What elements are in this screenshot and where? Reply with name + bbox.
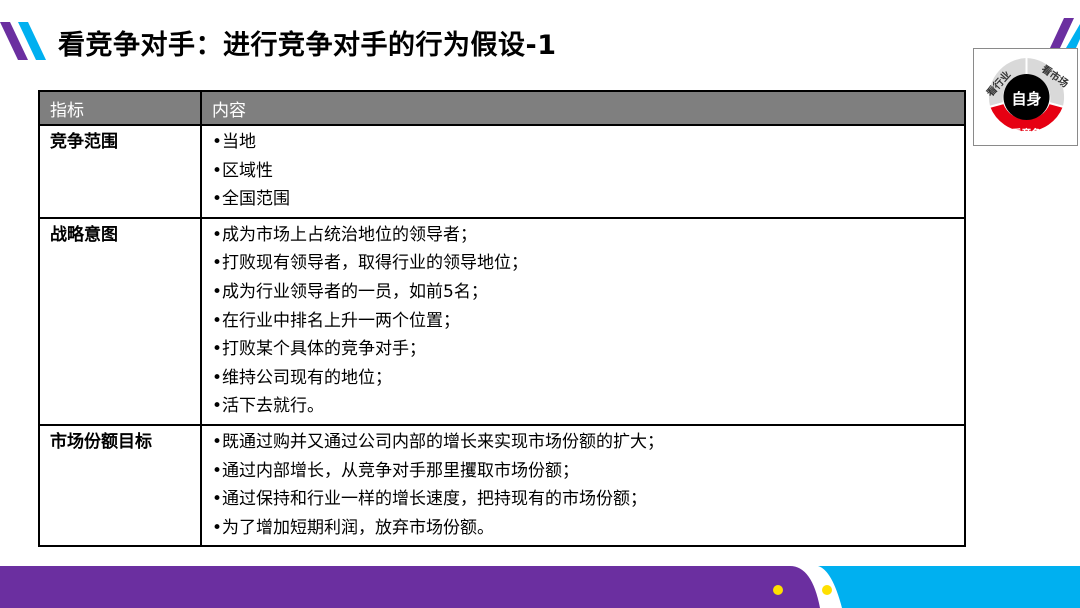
list-item: •全国范围 [212,189,291,210]
badge-segment-competition: 看竞争 [1012,127,1042,140]
metric-cell: 战略意图 [38,216,202,426]
focus-ring-badge: 自身 看行业 看市场 看竞争 [973,48,1078,146]
behavior-hypothesis-table: 指标 内容 竞争范围 •当地 •区域性 •全国范围 战略意图 •成为市场上占统治… [38,90,966,548]
content-cell: •成为市场上占统治地位的领导者； •打败现有领导者，取得行业的领导地位； •成为… [200,216,966,426]
list-item: •为了增加短期利润，放弃市场份额。 [212,517,495,538]
page-title: 看竞争对手：进行竞争对手的行为假设-1 [58,30,557,61]
list-item: •当地 [212,132,257,152]
list-item: •在行业中排名上升一两个位置； [212,310,461,331]
table-row: 战略意图 •成为市场上占统治地位的领导者； •打败现有领导者，取得行业的领导地位… [38,216,966,426]
list-item: •通过内部增长，从竞争对手那里攫取市场份额； [212,460,580,481]
list-item: •打败现有领导者，取得行业的领导地位； [212,253,529,274]
table-row: 竞争范围 •当地 •区域性 •全国范围 [38,124,966,219]
list-item: •维持公司现有的地位； [212,367,393,388]
footer-dot-1 [773,585,783,595]
list-item: •区域性 [212,160,274,181]
metric-cell: 竞争范围 [38,124,202,219]
table-row: 市场份额目标 •既通过购并又通过公司内部的增长来实现市场份额的扩大； •通过内部… [38,423,966,548]
metric-cell: 市场份额目标 [38,423,202,548]
corner-stripes-decoration-right [1050,18,1080,48]
header-metric: 指标 [38,90,202,126]
list-item: •成为行业领导者的一员，如前5名； [212,281,488,302]
list-item: •成为市场上占统治地位的领导者； [212,224,478,245]
list-item: •通过保持和行业一样的增长速度，把持现有的市场份额； [212,489,648,510]
content-cell: •当地 •区域性 •全国范围 [200,124,966,219]
footer-dot-2 [822,585,832,595]
list-item: •既通过购并又通过公司内部的增长来实现市场份额的扩大； [212,431,665,452]
footer-bar-decoration [0,566,1080,608]
list-item: •活下去就行。 [212,396,325,417]
badge-center-label: 自身 [1011,90,1041,108]
content-cell: •既通过购并又通过公司内部的增长来实现市场份额的扩大； •通过内部增长，从竞争对… [200,423,966,548]
header-content: 内容 [200,90,966,126]
table-header-row: 指标 内容 [38,90,966,126]
list-item: •打败某个具体的竞争对手； [212,339,427,360]
corner-stripes-decoration [0,22,46,60]
